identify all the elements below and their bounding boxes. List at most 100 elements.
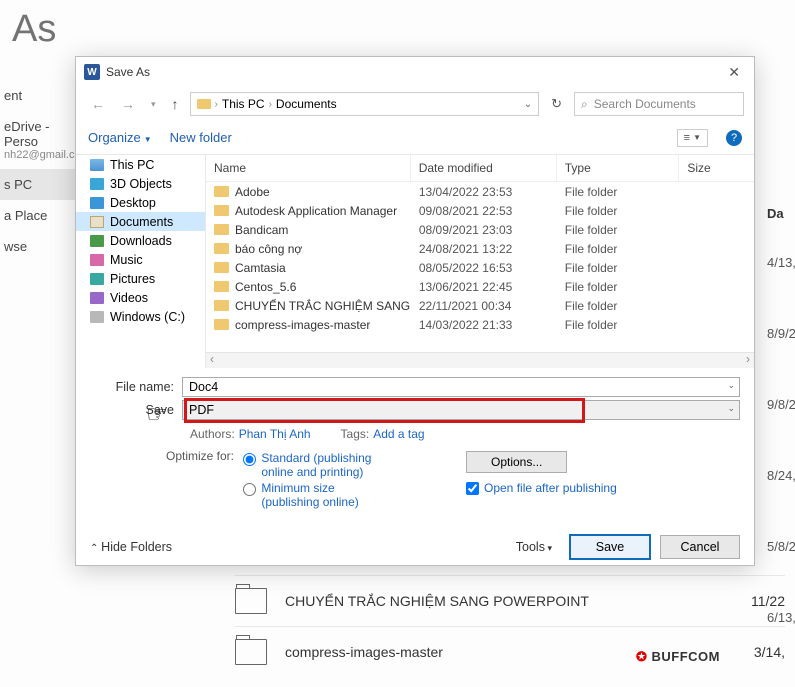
tree-item-videos[interactable]: Videos <box>76 288 205 307</box>
tree-item-3d-objects[interactable]: 3D Objects <box>76 174 205 193</box>
tools-menu[interactable]: Tools <box>516 540 552 554</box>
list-item[interactable]: CHUYỂN TRẮC NGHIỆM SANG POWERPOINT 11/22 <box>235 575 785 626</box>
nav-tree: This PC 3D Objects Desktop Documents Downloa… <box>76 155 206 368</box>
tree-item-downloads[interactable]: Downloads <box>76 231 205 250</box>
table-row[interactable]: Adobe13/04/2022 23:53File folder <box>206 182 754 201</box>
dialog-title: Save As <box>106 65 722 79</box>
checkbox-input[interactable] <box>466 482 479 495</box>
navbar: ← → ▾ ↑ › This PC › Documents ⌄ ↻ ⌕ Sear… <box>76 87 754 121</box>
file-size <box>679 191 754 193</box>
file-type: File folder <box>557 260 679 276</box>
view-menu[interactable]: ≡▼ <box>677 129 708 147</box>
folder-icon <box>214 205 229 216</box>
chevron-down-icon[interactable]: ⌄ <box>727 403 735 414</box>
tags-label: Tags: <box>341 427 370 441</box>
up-button[interactable]: ↑ <box>167 94 184 114</box>
refresh-button[interactable]: ↻ <box>545 96 568 112</box>
bg-date: 8/24, <box>765 440 795 511</box>
file-size <box>679 286 754 288</box>
tree-item-pictures[interactable]: Pictures <box>76 269 205 288</box>
column-type[interactable]: Type <box>557 155 680 181</box>
tree-icon <box>90 311 104 323</box>
new-folder-button[interactable]: New folder <box>170 130 232 145</box>
search-input[interactable]: ⌕ Search Documents <box>574 92 744 116</box>
organize-menu[interactable]: Organize▼ <box>88 130 152 145</box>
table-row[interactable]: CHUYỂN TRẮC NGHIỆM SANG POWERP...22/11/2… <box>206 296 754 315</box>
options-button[interactable]: Options... <box>466 451 567 473</box>
optimize-standard-radio[interactable]: Standard (publishing online and printing… <box>243 451 393 479</box>
bg-item: s PC <box>0 169 75 200</box>
tree-item-this-pc[interactable]: This PC <box>76 155 205 174</box>
tree-item-desktop[interactable]: Desktop <box>76 193 205 212</box>
chevron-down-icon[interactable]: ⌄ <box>727 380 735 391</box>
chevron-right-icon: › <box>215 99 218 110</box>
back-button[interactable]: ← <box>86 94 110 114</box>
open-after-checkbox[interactable]: Open file after publishing <box>466 481 740 495</box>
breadcrumb[interactable]: Documents <box>276 97 337 111</box>
file-date: 13/06/2021 22:45 <box>411 279 557 295</box>
table-row[interactable]: Bandicam08/09/2021 23:03File folder <box>206 220 754 239</box>
search-placeholder: Search Documents <box>594 97 696 111</box>
location-dropdown[interactable]: ⌄ <box>524 99 532 110</box>
table-row[interactable]: compress-images-master14/03/2022 21:33Fi… <box>206 315 754 334</box>
scrollbar-horizontal[interactable] <box>206 352 754 368</box>
table-row[interactable]: Camtasia08/05/2022 16:53File folder <box>206 258 754 277</box>
tree-label: Music <box>110 253 143 267</box>
word-icon: W <box>84 64 100 80</box>
help-button[interactable]: ? <box>726 130 742 146</box>
page-title: As <box>0 0 68 59</box>
table-row[interactable]: Autodesk Application Manager09/08/2021 2… <box>206 201 754 220</box>
column-name[interactable]: Name <box>206 155 411 181</box>
table-row[interactable]: Centos_5.613/06/2021 22:45File folder <box>206 277 754 296</box>
tree-icon <box>90 159 104 171</box>
file-type: File folder <box>557 298 679 314</box>
bg-date: 9/8/2 <box>765 369 795 440</box>
tree-item-music[interactable]: Music <box>76 250 205 269</box>
folder-icon <box>214 319 229 330</box>
recent-dropdown[interactable]: ▾ <box>146 97 161 112</box>
tree-label: Windows (C:) <box>110 310 185 324</box>
bg-item: wse <box>0 231 75 262</box>
tree-label: Desktop <box>110 196 156 210</box>
search-icon: ⌕ <box>581 97 588 112</box>
file-date: 22/11/2021 00:34 <box>411 298 557 314</box>
titlebar: W Save As ✕ <box>76 57 754 87</box>
forward-button[interactable]: → <box>116 94 140 114</box>
bg-folder-list: CHUYỂN TRẮC NGHIỆM SANG POWERPOINT 11/22… <box>235 575 785 677</box>
save-button[interactable]: Save <box>570 535 650 559</box>
file-size <box>679 267 754 269</box>
file-name: báo công nợ <box>235 242 302 256</box>
bg-item: ent <box>0 80 75 111</box>
table-row[interactable]: báo công nợ24/08/2021 13:22File folder <box>206 239 754 258</box>
cancel-button[interactable]: Cancel <box>660 535 740 559</box>
location-bar[interactable]: › This PC › Documents ⌄ <box>190 92 540 116</box>
tree-icon <box>90 292 104 304</box>
file-date: 08/05/2022 16:53 <box>411 260 557 276</box>
folder-icon <box>197 99 211 109</box>
column-date[interactable]: Date modified <box>411 155 557 181</box>
column-size[interactable]: Size <box>679 155 754 181</box>
file-size <box>679 229 754 231</box>
tree-item-windows-c-[interactable]: Windows (C:) <box>76 307 205 326</box>
optimize-minimum-radio[interactable]: Minimum size (publishing online) <box>243 481 393 509</box>
chevron-down-icon: ▼ <box>144 135 152 144</box>
close-button[interactable]: ✕ <box>722 64 746 81</box>
radio-input[interactable] <box>243 453 256 466</box>
authors-value[interactable]: Phan Thị Anh <box>239 427 311 441</box>
folder-icon <box>214 281 229 292</box>
folder-icon <box>214 300 229 311</box>
file-type: File folder <box>557 317 679 333</box>
save-as-type-input[interactable]: PDF⌄ <box>182 400 740 420</box>
tree-item-documents[interactable]: Documents <box>76 212 205 231</box>
tags-value[interactable]: Add a tag <box>373 427 424 441</box>
bg-item: a Place <box>0 200 75 231</box>
hide-folders-toggle[interactable]: Hide Folders <box>90 540 172 554</box>
radio-input[interactable] <box>243 483 256 496</box>
tree-label: Downloads <box>110 234 172 248</box>
file-name-input[interactable]: Doc4⌄ <box>182 377 740 397</box>
file-type: File folder <box>557 203 679 219</box>
breadcrumb[interactable]: This PC <box>222 97 265 111</box>
tree-label: 3D Objects <box>110 177 172 191</box>
folder-icon <box>214 243 229 254</box>
chevron-down-icon: ▼ <box>693 133 701 142</box>
